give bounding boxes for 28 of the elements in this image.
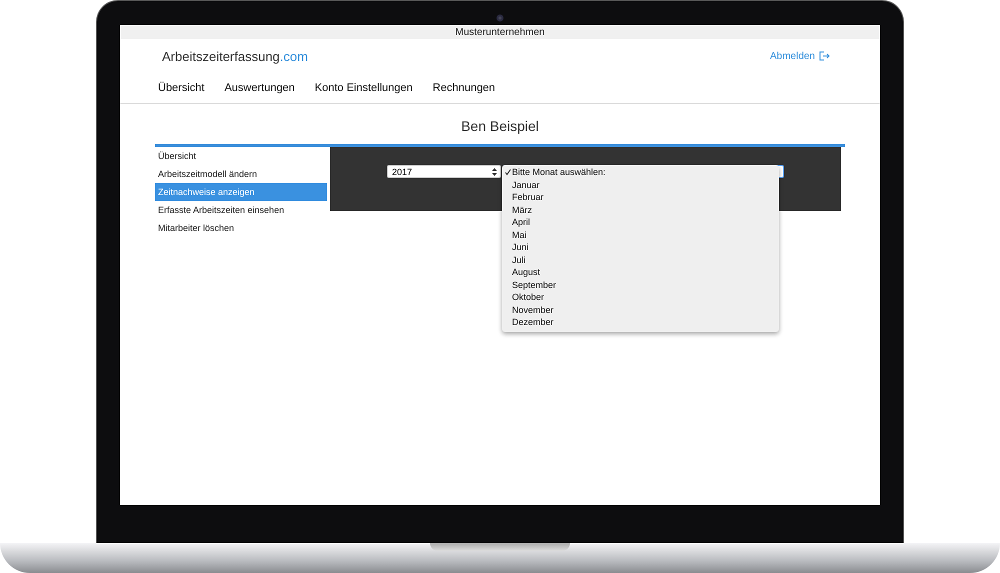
logout-icon [819, 51, 830, 61]
camera-icon [496, 14, 504, 22]
sidebar-item[interactable]: Arbeitszeitmodell ändern [155, 165, 327, 183]
menu-option[interactable]: Bitte Monat auswählen: [502, 166, 779, 178]
menu-option[interactable]: Februar [502, 191, 779, 204]
sidebar-item[interactable]: Erfasste Arbeitszeiten einsehen [155, 201, 327, 219]
menu-option[interactable]: Juli [502, 254, 779, 266]
nav-link[interactable]: Auswertungen [224, 82, 295, 94]
year-select[interactable]: 2017 [387, 165, 501, 178]
menu-option[interactable]: Oktober [502, 291, 779, 304]
menu-option[interactable]: August [502, 266, 779, 278]
nav-link[interactable]: Konto Einstellungen [314, 82, 413, 94]
menu-option[interactable]: November [502, 304, 779, 316]
sidebar-item[interactable]: Übersicht [155, 147, 327, 165]
nav-link[interactable]: Übersicht [158, 82, 204, 94]
menu-option[interactable]: Januar [502, 178, 779, 191]
menu-option[interactable]: Mai [502, 228, 779, 241]
menu-option[interactable]: März [502, 204, 779, 216]
menu-option[interactable]: September [502, 278, 779, 291]
page-title: Ben Beispiel [460, 118, 540, 134]
menu-option[interactable]: Dezember [502, 316, 779, 328]
company-name: Musterunternehmen [455, 26, 545, 38]
nav-link[interactable]: Rechnungen [432, 82, 496, 94]
logo[interactable]: Arbeitszeiterfassung.com [162, 48, 308, 64]
menu-option[interactable]: Juni [502, 241, 779, 254]
stepper-icon [492, 168, 497, 176]
menu-option[interactable]: April [502, 216, 779, 228]
sidebar-item[interactable]: Mitarbeiter löschen [155, 219, 327, 237]
